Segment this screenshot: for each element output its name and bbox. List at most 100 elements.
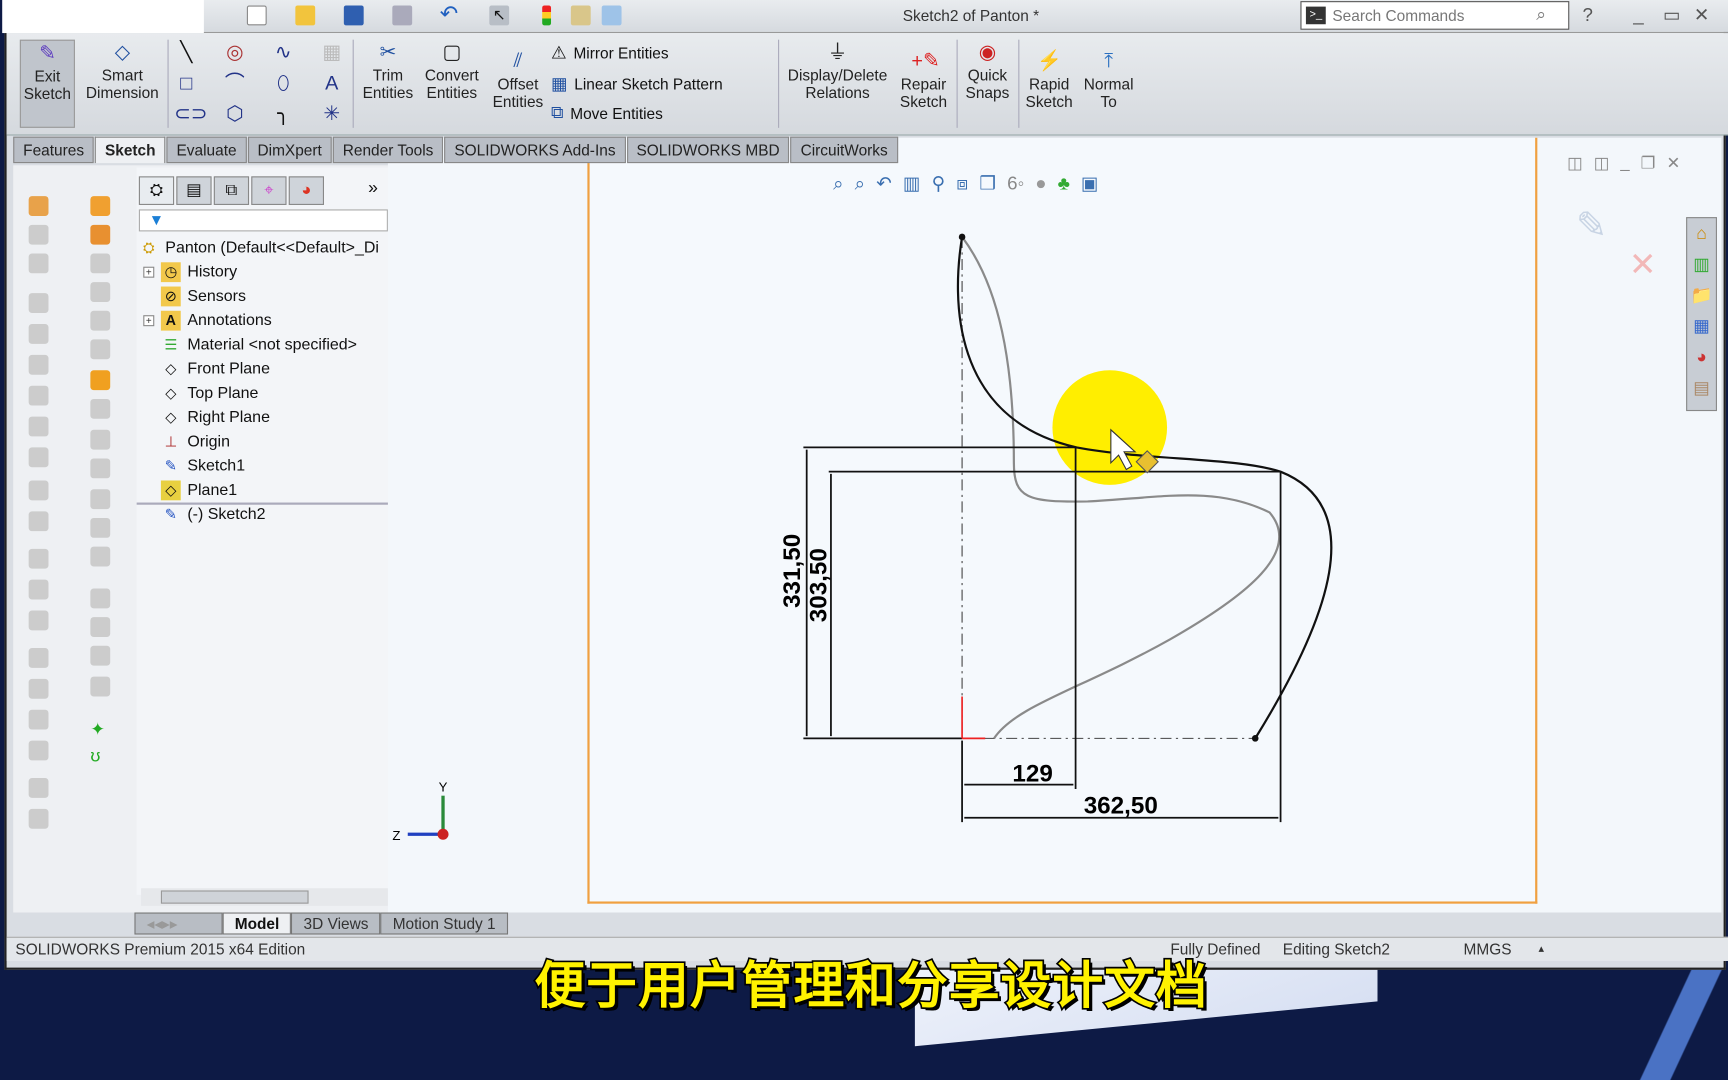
viewport-minimize-icon[interactable]: _ <box>1620 153 1629 173</box>
text-icon[interactable]: A <box>320 71 344 95</box>
display-delete-relations-button[interactable]: ⏚ Display/Delete Relations <box>785 40 891 102</box>
normal-to-button[interactable]: ⤒ Normal To <box>1080 48 1137 111</box>
curves-icon[interactable] <box>28 678 49 699</box>
rectangle-icon[interactable]: □ <box>174 71 198 95</box>
instant3d-icon[interactable] <box>28 709 49 730</box>
combine-icon[interactable] <box>28 740 49 761</box>
sketch-grid-icon[interactable]: ▦ <box>320 40 344 64</box>
close-button[interactable]: ✕ <box>1694 4 1710 26</box>
thicken-icon[interactable] <box>90 676 111 697</box>
lofted-boss-icon[interactable] <box>28 293 49 313</box>
tree-root-part[interactable]: ⛭ Panton (Default<<Default>_Di <box>139 238 379 258</box>
tree-horizontal-scrollbar[interactable] <box>141 888 391 906</box>
tree-item-history[interactable]: + ◷ History <box>143 262 237 283</box>
help-icon[interactable]: ? <box>1583 4 1593 26</box>
fillet-feature-icon[interactable] <box>28 416 49 437</box>
tab-evaluate[interactable]: Evaluate <box>166 136 247 164</box>
fillet-icon[interactable]: ╮ <box>271 101 295 125</box>
tab-render-tools[interactable]: Render Tools <box>332 136 444 164</box>
ellipse-icon[interactable]: ⬯ <box>271 71 295 95</box>
spline-icon[interactable]: ∿ <box>271 40 295 64</box>
expand-icon[interactable]: + <box>143 266 155 278</box>
surface-fillet-icon[interactable] <box>90 458 111 479</box>
extend-surface-icon[interactable] <box>90 546 111 567</box>
options-icon[interactable] <box>601 5 622 26</box>
pattern-feature-icon[interactable] <box>28 480 49 501</box>
filled-surface-icon[interactable] <box>90 339 111 360</box>
propertymanager-tab-icon[interactable]: ▤ <box>176 176 212 205</box>
select-pointer-icon[interactable]: ↖ <box>489 5 510 26</box>
freeform-icon[interactable]: ✦ <box>90 719 110 740</box>
zoom-to-fit-icon[interactable]: ⌕ <box>833 173 844 195</box>
boundary-surface-icon[interactable] <box>90 310 111 331</box>
appearances-icon[interactable]: ◕ <box>1687 344 1716 373</box>
tab-solidworks-mbd[interactable]: SOLIDWORKS MBD <box>626 136 790 164</box>
view-palette-icon[interactable]: ▦ <box>1687 313 1716 342</box>
section-view-icon[interactable]: ▥ <box>903 173 921 195</box>
edit-appearance-icon[interactable]: ● <box>1035 173 1046 195</box>
tab-3d-views[interactable]: 3D Views <box>291 912 381 935</box>
minimize-button[interactable]: _ <box>1633 4 1643 26</box>
file-explorer-icon[interactable]: 📁 <box>1687 282 1716 311</box>
view-settings-icon[interactable]: ▣ <box>1081 173 1099 195</box>
planar-surface-icon[interactable] <box>90 370 111 391</box>
rebuild-icon[interactable] <box>542 5 552 26</box>
save-icon[interactable] <box>343 5 364 26</box>
trim-surface-icon[interactable] <box>90 588 111 609</box>
units-menu-icon[interactable]: ▴ <box>1538 943 1544 955</box>
offset-surface-icon[interactable] <box>90 398 111 419</box>
status-units[interactable]: MMGS <box>1464 940 1512 958</box>
rapid-sketch-button[interactable]: ⚡ Rapid Sketch <box>1020 48 1077 111</box>
viewport-close-icon[interactable]: ✕ <box>1666 153 1680 173</box>
smart-dimension-button[interactable]: ◇ Smart Dimension <box>84 40 161 102</box>
search-icon[interactable]: ⌕ <box>1536 6 1546 26</box>
dynamic-annotation-icon[interactable]: ⚲ <box>932 173 946 195</box>
tree-item-sensors[interactable]: ⊘ Sensors <box>160 286 246 307</box>
polygon-icon[interactable]: ⬡ <box>223 101 247 125</box>
dimxpert-tab-icon[interactable]: ⌖ <box>251 176 287 205</box>
intersect-icon[interactable] <box>28 610 49 631</box>
tree-item-sketch2[interactable]: ✎ (-) Sketch2 <box>161 505 266 525</box>
repair-sketch-button[interactable]: +✎ Repair Sketch <box>895 48 952 111</box>
revolved-boss-icon[interactable] <box>28 224 49 245</box>
extruded-surface-icon[interactable] <box>90 196 111 216</box>
quick-snaps-button[interactable]: ◉ Quick Snaps <box>959 40 1016 102</box>
file-properties-icon[interactable] <box>570 5 591 26</box>
tree-item-material[interactable]: ☰ Material <not specified> <box>161 335 357 355</box>
tree-item-plane1[interactable]: ◇ Plane1 <box>160 480 237 501</box>
design-library-icon[interactable]: ▥ <box>1687 251 1716 280</box>
undo-icon[interactable]: ↶ <box>440 3 460 26</box>
tree-item-right-plane[interactable]: ◇ Right Plane <box>161 408 270 428</box>
circle-icon[interactable]: ◎ <box>223 40 247 64</box>
replace-face-icon[interactable] <box>90 517 111 538</box>
move-entities-button[interactable]: ⧉ Move Entities <box>551 104 663 124</box>
move-copy-icon[interactable] <box>28 808 49 829</box>
view-orientation-icon[interactable]: ⧈ <box>956 173 968 195</box>
maximize-button[interactable]: ▭ <box>1663 4 1681 26</box>
arc-icon[interactable]: ⌒ <box>223 71 247 95</box>
confirm-sketch-icon[interactable]: ✎ <box>1576 204 1607 248</box>
tree-filter-input[interactable]: ▼ <box>138 209 388 232</box>
viewport-restore-icon[interactable]: ❐ <box>1641 153 1656 173</box>
hole-wizard-icon[interactable] <box>28 385 49 406</box>
revolved-surface-icon[interactable] <box>90 224 111 245</box>
tree-item-top-plane[interactable]: ◇ Top Plane <box>161 384 258 404</box>
linear-sketch-pattern-button[interactable]: ▦ Linear Sketch Pattern <box>551 73 723 95</box>
tab-sketch[interactable]: Sketch <box>95 136 166 164</box>
display-manager-tab-icon[interactable]: ◕ <box>288 176 324 205</box>
chamfer-icon[interactable] <box>28 447 49 468</box>
boundary-boss-icon[interactable] <box>28 323 49 344</box>
tile-right-icon[interactable]: ◫ <box>1594 153 1610 173</box>
custom-properties-icon[interactable]: ▤ <box>1687 375 1716 404</box>
graphics-area[interactable]: ⌕ ⌕ ↶ ▥ ⚲ ⧈ ❒ 6◦ ● ♣ ▣ ◫ ◫ _ ❐ ✕ ✎ ✕ ⌂ ▥ 📁 ▦… <box>387 137 1722 913</box>
line-icon[interactable]: ╲ <box>174 40 198 64</box>
tab-scroll-arrows[interactable]: ◂◂▸▸ <box>134 912 223 935</box>
reference-geometry-icon[interactable] <box>28 647 49 668</box>
hide-show-items-icon[interactable]: 6◦ <box>1007 173 1024 195</box>
tab-features[interactable]: Features <box>13 136 94 164</box>
point-icon[interactable]: ✳ <box>320 101 344 125</box>
convert-entities-button[interactable]: ▢ Convert Entities <box>419 40 485 102</box>
configurationmanager-tab-icon[interactable]: ⧉ <box>213 176 250 205</box>
tab-circuitworks[interactable]: CircuitWorks <box>790 136 898 164</box>
zoom-to-area-icon[interactable]: ⌕ <box>855 173 866 195</box>
